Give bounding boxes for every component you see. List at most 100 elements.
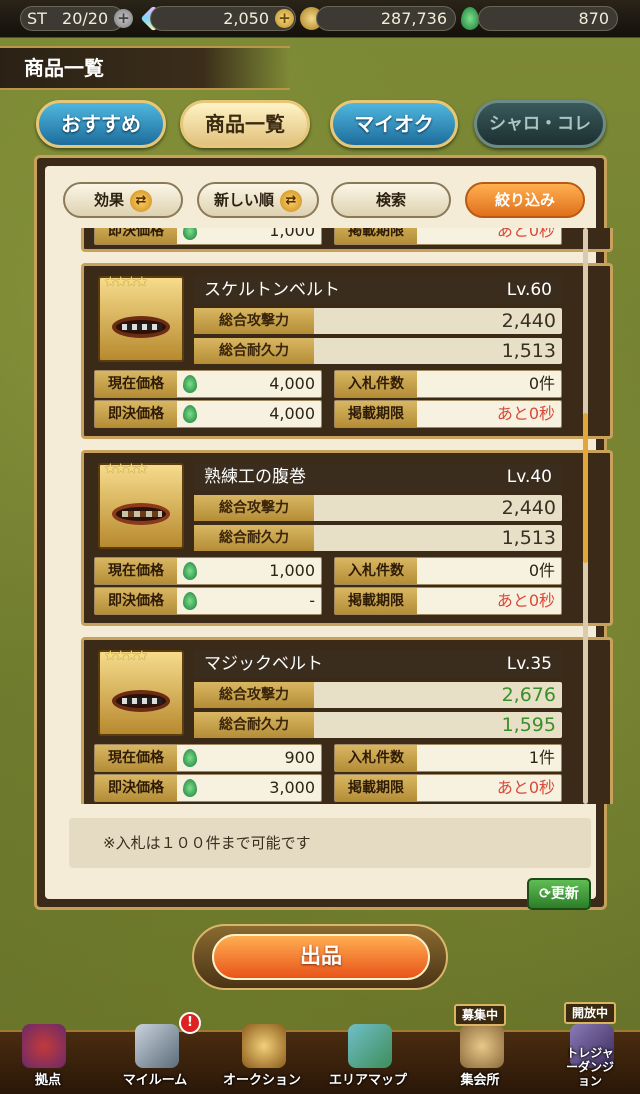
item-name-bar: 熟練工の腹巻 Lv.40 bbox=[194, 463, 562, 491]
durability-stat: 総合耐久力 1,513 bbox=[194, 338, 562, 364]
buyout-price-label: 即決価格 bbox=[95, 401, 177, 427]
item-list[interactable]: 即決価格 1,000 掲載期限 あと0秒 ★★★★ スケルトンベルト Lv.60 … bbox=[81, 228, 616, 804]
scrollbar[interactable] bbox=[583, 228, 588, 804]
effect-filter-button[interactable]: 効果 ⇄ bbox=[63, 182, 183, 218]
tab-my-auction[interactable]: マイオク bbox=[330, 100, 458, 148]
scrollbar-thumb[interactable] bbox=[583, 413, 588, 563]
deadline-label: 掲載期限 bbox=[335, 228, 417, 244]
durability-stat: 総合耐久力 1,595 bbox=[194, 712, 562, 738]
nav-gathering[interactable]: 募集中 集会所 bbox=[430, 1004, 530, 1094]
durability-value: 1,513 bbox=[501, 527, 556, 549]
item-thumbnail: ★★★★ bbox=[98, 648, 184, 736]
tab-product-list[interactable]: 商品一覧 bbox=[180, 100, 310, 148]
bids-label: 入札件数 bbox=[335, 371, 417, 397]
star-rating-icon: ★★★★ bbox=[104, 648, 148, 664]
current-price-field: 現在価格 4,000 bbox=[94, 370, 322, 398]
bids-value: 0件 bbox=[528, 561, 555, 580]
durability-label: 総合耐久力 bbox=[194, 712, 314, 738]
green-gem-icon bbox=[183, 375, 197, 393]
sword-icon bbox=[135, 1024, 179, 1068]
party-icon bbox=[460, 1024, 504, 1068]
buyout-price-label: 即決価格 bbox=[95, 588, 177, 614]
bids-label: 入札件数 bbox=[335, 558, 417, 584]
item-card-partial[interactable]: 即決価格 1,000 掲載期限 あと0秒 bbox=[81, 228, 613, 252]
attack-label: 総合攻撃力 bbox=[194, 495, 314, 521]
item-card[interactable]: ★★★★ 熟練工の腹巻 Lv.40 総合攻撃力 2,440 総合耐久力 1,513 現… bbox=[81, 450, 613, 626]
item-level: Lv.40 bbox=[506, 467, 552, 487]
status-bar: ST 20/20 + 2,050 + 287,736 870 bbox=[0, 0, 640, 38]
item-card[interactable]: ★★★★ スケルトンベルト Lv.60 総合攻撃力 2,440 総合耐久力 1,513… bbox=[81, 263, 613, 439]
nav-auction-label: オークション bbox=[222, 1073, 301, 1088]
deadline-field: 掲載期限 あと0秒 bbox=[334, 400, 562, 428]
green-gem-icon bbox=[183, 749, 197, 767]
nav-base-label: 拠点 bbox=[34, 1073, 61, 1088]
product-panel: 効果 ⇄ 新しい順 ⇄ 検索 絞り込み 即決価格 1,000 掲載期限 あと0秒 bbox=[34, 155, 613, 910]
recruiting-badge: 募集中 bbox=[454, 1004, 507, 1026]
stamina-label: ST bbox=[27, 9, 47, 28]
bids-field: 入札件数 0件 bbox=[334, 370, 562, 398]
durability-value: 1,513 bbox=[501, 340, 556, 362]
nav-area-map-label: エリアマップ bbox=[328, 1073, 407, 1088]
buyout-price-value: - bbox=[309, 591, 315, 610]
belt-icon bbox=[112, 690, 170, 712]
bids-label: 入札件数 bbox=[335, 745, 417, 771]
item-level: Lv.60 bbox=[506, 280, 552, 300]
green-gem-icon bbox=[183, 779, 197, 797]
item-name: 熟練工の腹巻 bbox=[204, 467, 306, 487]
item-name: マジックベルト bbox=[204, 654, 323, 674]
durability-stat: 総合耐久力 1,513 bbox=[194, 525, 562, 551]
buyout-price-field: 即決価格 3,000 bbox=[94, 774, 322, 802]
effect-filter-label: 効果 bbox=[93, 191, 124, 209]
current-price-label: 現在価格 bbox=[95, 745, 177, 771]
stamina-plus-icon[interactable]: + bbox=[114, 9, 133, 28]
nav-my-room-label: マイルーム bbox=[122, 1073, 188, 1088]
tab-sharo-collection[interactable]: シャロ・コレ bbox=[474, 100, 606, 148]
green-gem-icon bbox=[183, 592, 197, 610]
nav-treasure-dungeon[interactable]: 開放中 トレジャーダンジョン bbox=[540, 1002, 640, 1094]
star-rating-icon: ★★★★ bbox=[104, 461, 148, 477]
sell-button[interactable]: 出品 bbox=[212, 934, 430, 980]
green-gem-icon bbox=[183, 405, 197, 423]
alert-icon: ! bbox=[179, 1012, 201, 1034]
bids-field: 入札件数 0件 bbox=[334, 557, 562, 585]
nav-gathering-label: 集会所 bbox=[460, 1073, 500, 1088]
switch-icon: ⇄ bbox=[280, 189, 302, 212]
bids-value: 1件 bbox=[528, 748, 555, 767]
deadline-value: あと0秒 bbox=[496, 778, 555, 797]
bid-limit-note: ※入札は１００件まで可能です bbox=[69, 818, 591, 868]
item-level: Lv.35 bbox=[506, 654, 552, 674]
deadline-label: 掲載期限 bbox=[335, 775, 417, 801]
current-price-value: 4,000 bbox=[269, 374, 315, 393]
panel-inner: 効果 ⇄ 新しい順 ⇄ 検索 絞り込み 即決価格 1,000 掲載期限 あと0秒 bbox=[45, 166, 613, 910]
refresh-icon: ⟳ bbox=[539, 886, 551, 902]
refresh-button[interactable]: ⟳更新 bbox=[527, 878, 591, 910]
gavel-icon bbox=[242, 1024, 286, 1068]
buyout-price-field: 即決価格 1,000 bbox=[94, 228, 322, 245]
buyout-price-value: 1,000 bbox=[269, 228, 315, 240]
durability-value: 1,595 bbox=[501, 714, 556, 736]
green-gem-icon bbox=[461, 7, 479, 30]
current-price-field: 現在価格 1,000 bbox=[94, 557, 322, 585]
item-name-bar: スケルトンベルト Lv.60 bbox=[194, 276, 562, 304]
narrow-filter-button[interactable]: 絞り込み bbox=[465, 182, 585, 218]
deadline-label: 掲載期限 bbox=[335, 401, 417, 427]
current-price-value: 1,000 bbox=[269, 561, 315, 580]
nav-base[interactable]: 拠点 bbox=[0, 1020, 100, 1094]
attack-value: 2,440 bbox=[501, 310, 556, 332]
belt-icon bbox=[112, 316, 170, 338]
attack-label: 総合攻撃力 bbox=[194, 682, 314, 708]
bids-field: 入札件数 1件 bbox=[334, 744, 562, 772]
buyout-price-field: 即決価格 - bbox=[94, 587, 322, 615]
sell-button-frame: 出品 bbox=[192, 924, 448, 990]
green-gem-icon bbox=[183, 228, 197, 240]
gem-plus-icon[interactable]: + bbox=[275, 9, 294, 28]
buyout-price-value: 3,000 bbox=[269, 778, 315, 797]
nav-my-room[interactable]: ! マイルーム bbox=[105, 1012, 205, 1094]
tab-recommended[interactable]: おすすめ bbox=[36, 100, 166, 148]
nav-area-map[interactable]: エリアマップ bbox=[318, 1020, 418, 1094]
search-button[interactable]: 検索 bbox=[331, 182, 451, 218]
sort-button[interactable]: 新しい順 ⇄ bbox=[197, 182, 319, 218]
switch-icon: ⇄ bbox=[130, 189, 152, 212]
nav-auction[interactable]: オークション bbox=[212, 1020, 312, 1094]
item-card[interactable]: ★★★★ マジックベルト Lv.35 総合攻撃力 2,676 総合耐久力 1,595 … bbox=[81, 637, 613, 804]
